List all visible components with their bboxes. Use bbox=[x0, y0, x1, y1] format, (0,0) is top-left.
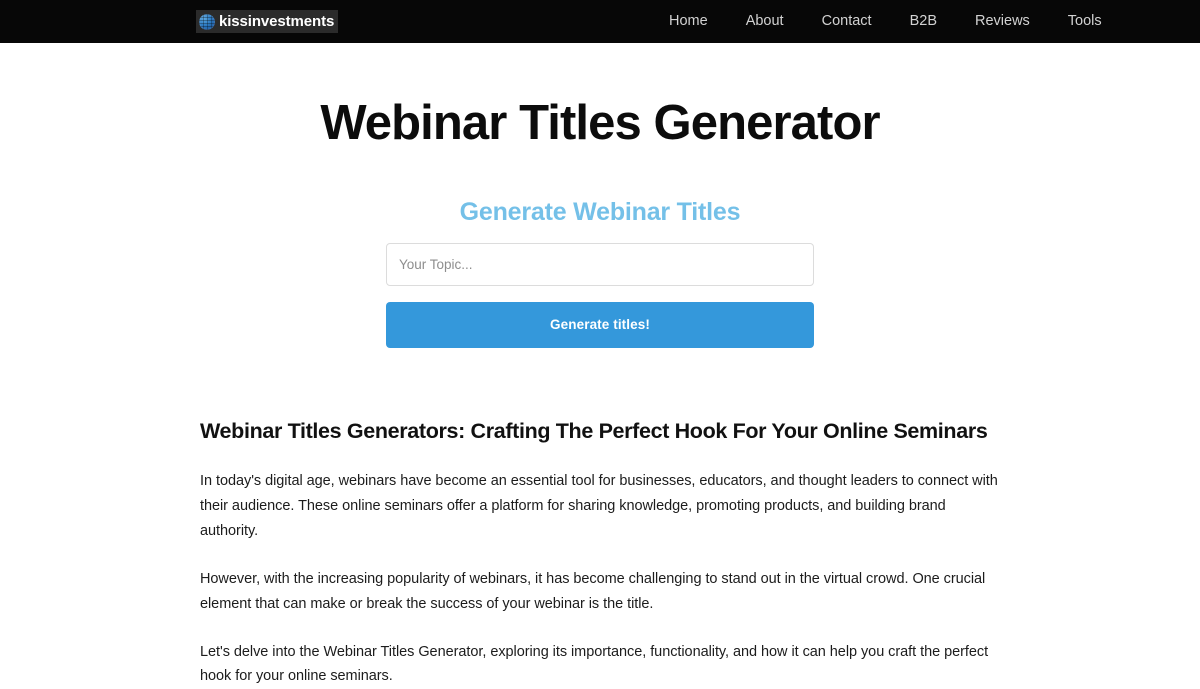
article-paragraph: However, with the increasing popularity … bbox=[200, 570, 986, 612]
article-section: Webinar Titles Generators: Crafting The … bbox=[200, 348, 1000, 689]
generator-tool: Generate Webinar Titles Generate titles! bbox=[0, 197, 1200, 348]
brand-logo-link[interactable]: kissinvestments bbox=[196, 10, 339, 33]
article-paragraph: In today's digital age, webinars have be… bbox=[200, 472, 998, 539]
article-paragraph: Let's delve into the Webinar Titles Gene… bbox=[200, 643, 989, 685]
nav-item-about[interactable]: About bbox=[746, 0, 784, 43]
generate-titles-button[interactable]: Generate titles! bbox=[386, 301, 814, 348]
nav-item-home[interactable]: Home bbox=[669, 0, 708, 43]
generator-form: Generate titles! bbox=[386, 242, 814, 348]
site-header: kissinvestments Home About Contact B2B R… bbox=[0, 0, 1200, 43]
nav-item-contact[interactable]: Contact bbox=[822, 0, 872, 43]
topic-input[interactable] bbox=[386, 242, 814, 286]
article-heading: Webinar Titles Generators: Crafting The … bbox=[200, 418, 988, 443]
globe-icon bbox=[199, 13, 215, 30]
page-title: Webinar Titles Generator bbox=[320, 96, 880, 150]
brand-name: kissinvestments bbox=[219, 13, 335, 30]
nav-item-b2b[interactable]: B2B bbox=[910, 0, 937, 43]
tool-heading: Generate Webinar Titles bbox=[459, 197, 741, 226]
nav-item-tools[interactable]: Tools bbox=[1068, 0, 1102, 43]
main-navigation: Home About Contact B2B Reviews Tools bbox=[640, 0, 1200, 43]
nav-item-reviews[interactable]: Reviews bbox=[975, 0, 1030, 43]
